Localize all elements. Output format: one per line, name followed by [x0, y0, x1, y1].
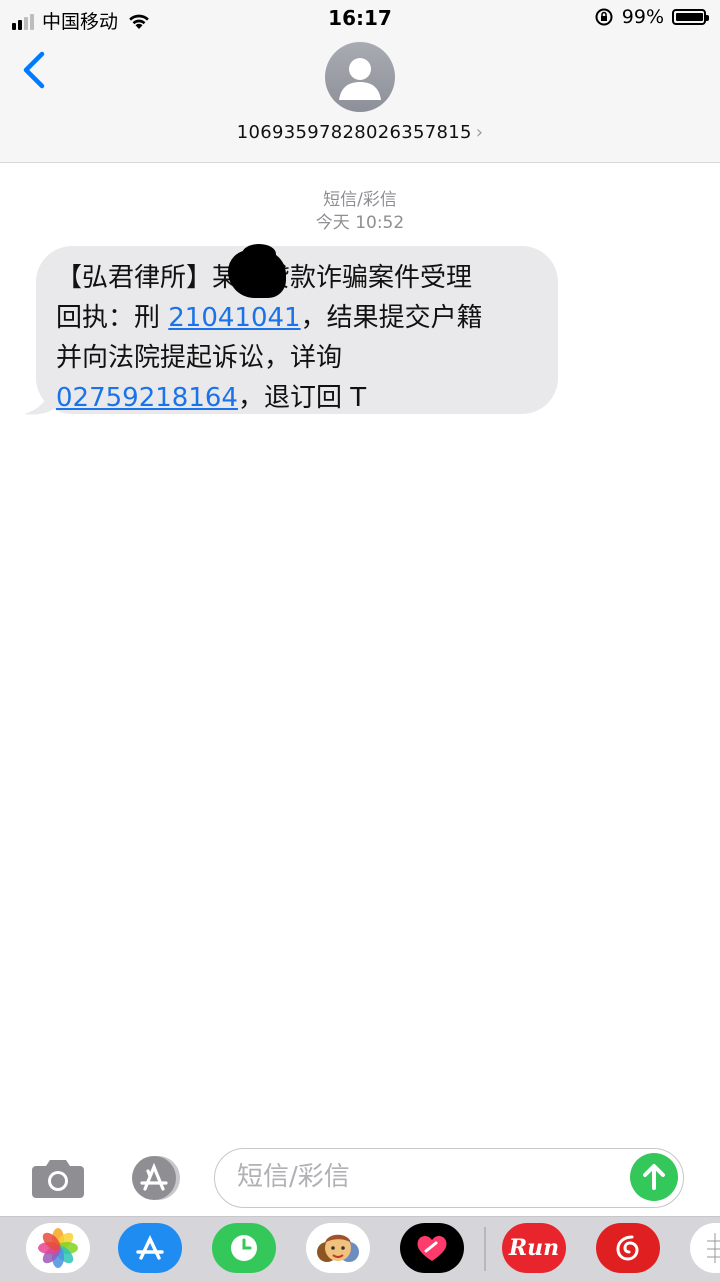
battery-icon — [672, 9, 709, 25]
message-bubble[interactable]: 【弘君律所】某某贷款诈骗案件受理 回执：刑 21041041，结果提交户籍 并向… — [36, 246, 558, 414]
service-label: 短信/彩信 — [323, 190, 397, 210]
camera-button[interactable] — [30, 1156, 86, 1200]
message-line: 02759218164，退订回 T — [56, 383, 367, 413]
message-timestamp: 今天 10:52 — [315, 213, 405, 233]
back-button[interactable] — [18, 50, 52, 90]
conversation-header: 1069359782802635781​5 › — [0, 36, 720, 163]
memoji-icon[interactable] — [306, 1223, 370, 1273]
app-store-button[interactable] — [120, 1154, 184, 1202]
contact-avatar[interactable] — [325, 42, 395, 112]
message-line: 【弘君律所】某某贷款诈骗案件受理 — [56, 258, 540, 298]
battery-percent: 99% — [621, 6, 664, 28]
message-line: 并向法院提起诉讼，详询 — [56, 343, 343, 373]
chevron-right-icon: › — [475, 122, 484, 143]
message-line: 回执：刑 21041041，结果提交户籍 — [56, 303, 483, 333]
person-icon — [339, 58, 381, 100]
more-apps-icon[interactable] — [690, 1223, 720, 1273]
case-number-link[interactable]: 21041041 — [168, 303, 300, 333]
composer-bar: 短信/彩信 — [0, 1140, 720, 1216]
app-store-icon[interactable] — [118, 1223, 182, 1273]
imessage-app-drawer: Run — [0, 1216, 720, 1281]
orientation-lock-icon — [595, 8, 613, 26]
phone-number-link[interactable]: 02759218164 — [56, 383, 238, 413]
dock-divider — [484, 1227, 486, 1271]
netease-music-icon[interactable] — [596, 1223, 660, 1273]
screen-time-icon[interactable] — [212, 1223, 276, 1273]
contact-name[interactable]: 1069359782802635781​5 › — [0, 122, 720, 143]
photos-icon[interactable] — [26, 1223, 90, 1273]
digital-touch-icon[interactable] — [400, 1223, 464, 1273]
arrow-up-icon — [643, 1164, 665, 1190]
message-input[interactable]: 短信/彩信 — [214, 1148, 684, 1208]
run-icon[interactable]: Run — [502, 1223, 566, 1273]
send-button[interactable] — [630, 1153, 678, 1201]
redaction-mark — [242, 244, 276, 264]
status-bar: 中国移动 16:17 99% — [0, 0, 720, 36]
contact-number: 1069359782802635781​5 — [236, 122, 472, 143]
